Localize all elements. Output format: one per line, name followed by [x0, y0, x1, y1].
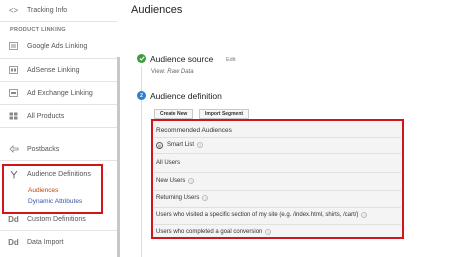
- list-item-new-users[interactable]: New Users ?: [156, 173, 400, 189]
- sidebar-item-adsense-linking[interactable]: AdSense Linking: [0, 60, 120, 80]
- code-icon: <>: [8, 5, 19, 15]
- sidebar-item-label: Tracking Info: [27, 6, 68, 14]
- help-icon[interactable]: ?: [265, 229, 272, 235]
- dd-icon: Dd: [8, 237, 19, 247]
- list-item-goal-conversion[interactable]: Users who completed a goal conversion ?: [156, 224, 400, 240]
- sidebar-item-label: Data Import: [27, 238, 64, 246]
- sidebar-item-label: Postbacks: [27, 145, 60, 153]
- smart-list-icon: ◎: [156, 141, 163, 149]
- sidebar-item-custom-definitions[interactable]: Dd Custom Definitions: [0, 209, 120, 229]
- recommended-audiences-header: Recommended Audiences: [156, 126, 232, 134]
- sidebar-divider: [0, 160, 117, 161]
- help-icon[interactable]: ?: [361, 212, 368, 218]
- create-new-button[interactable]: Create New: [154, 109, 194, 119]
- step-title-audience-source: Audience source: [150, 54, 214, 64]
- sidebar-item-postbacks[interactable]: Postbacks: [0, 139, 120, 159]
- list-item-all-users[interactable]: All Users: [156, 155, 400, 171]
- sidebar-divider: [0, 81, 117, 82]
- sidebar-subitem-dynamic-attributes[interactable]: Dynamic Attributes: [28, 198, 82, 205]
- list-item-label: Smart List: [167, 142, 195, 148]
- list-item-label: New Users: [156, 178, 186, 184]
- sidebar-divider: [0, 58, 117, 59]
- list-item-returning-users[interactable]: Returning Users ?: [156, 190, 400, 206]
- section-header-product-linking: PRODUCT LINKING: [10, 27, 66, 33]
- sidebar-item-data-import[interactable]: Dd Data Import: [0, 232, 120, 252]
- view-label: View:: [151, 69, 166, 75]
- list-item-smart-list[interactable]: ◎ Smart List ?: [156, 137, 400, 153]
- ad-exchange-link-icon: [0, 89, 27, 97]
- sidebar-item-label: Audience Definitions: [27, 170, 91, 178]
- sidebar-item-label: Ad Exchange Linking: [27, 89, 93, 97]
- sidebar-item-tracking-info[interactable]: <> Tracking Info: [0, 0, 120, 20]
- list-item-label: Returning Users: [156, 195, 200, 201]
- import-segment-button[interactable]: Import Segment: [199, 109, 250, 119]
- sidebar-item-label: All Products: [27, 112, 65, 120]
- step-title-audience-definition: Audience definition: [150, 91, 222, 101]
- sidebar-divider: [0, 127, 117, 128]
- sidebar-divider: [0, 230, 117, 231]
- sidebar-divider: [0, 104, 117, 105]
- sidebar-item-all-products[interactable]: All Products: [0, 106, 120, 126]
- adsense-link-icon: [0, 66, 27, 74]
- edit-audience-source-link[interactable]: Edit: [226, 57, 235, 63]
- help-icon[interactable]: ?: [197, 142, 204, 148]
- sidebar-item-label: Google Ads Linking: [27, 42, 88, 50]
- step-number-badge: 2: [137, 91, 146, 100]
- list-item-label: Users who visited a specific section of …: [156, 212, 359, 218]
- list-item-label: Users who completed a goal conversion: [156, 229, 263, 235]
- page-title: Audiences: [131, 4, 183, 16]
- google-ads-link-icon: [0, 42, 27, 50]
- sidebar-item-label: AdSense Linking: [27, 66, 80, 74]
- dd-icon: Dd: [8, 214, 19, 224]
- audience-fork-icon: [0, 170, 27, 179]
- help-icon[interactable]: ?: [188, 178, 195, 184]
- list-item-label: All Users: [156, 160, 181, 166]
- help-icon[interactable]: ?: [202, 195, 209, 201]
- sidebar-divider: [0, 21, 117, 22]
- postbacks-icon: [0, 145, 27, 153]
- sidebar-item-ad-exchange-linking[interactable]: Ad Exchange Linking: [0, 83, 120, 103]
- row-divider: [154, 153, 401, 154]
- view-line: View: Raw Data: [151, 69, 194, 75]
- sidebar-item-audience-definitions[interactable]: Audience Definitions: [0, 164, 120, 184]
- list-item-visited-section[interactable]: Users who visited a specific section of …: [156, 207, 400, 223]
- step-complete-check-icon: [137, 54, 146, 63]
- sidebar-subitem-audiences[interactable]: Audiences: [28, 187, 58, 194]
- all-products-icon: [0, 112, 27, 120]
- view-value: Raw Data: [167, 69, 194, 75]
- sidebar-item-google-ads-linking[interactable]: Google Ads Linking: [0, 36, 120, 56]
- admin-sidebar: <> Tracking Info PRODUCT LINKING Google …: [0, 0, 120, 257]
- sidebar-item-label: Custom Definitions: [27, 215, 86, 223]
